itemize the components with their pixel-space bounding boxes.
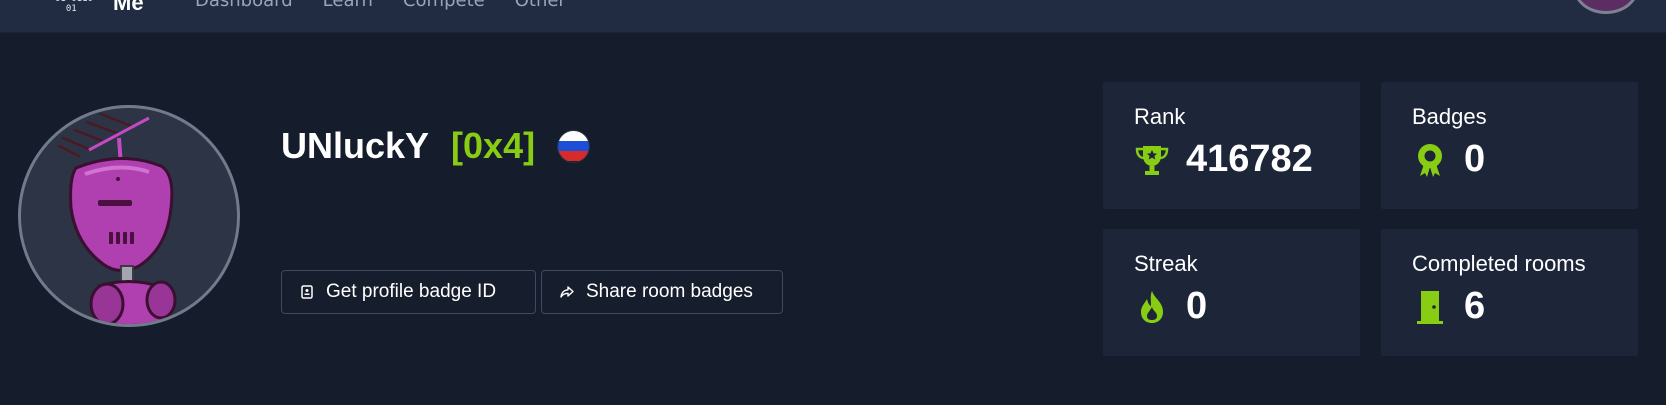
streak-label: Streak bbox=[1134, 251, 1198, 276]
streak-value: 0 bbox=[1186, 285, 1208, 327]
completed-rooms-label: Completed rooms bbox=[1412, 251, 1586, 276]
share-icon bbox=[560, 285, 574, 299]
bottom-divider bbox=[0, 405, 1666, 412]
get-profile-badge-id-label: Get profile badge ID bbox=[326, 281, 497, 302]
top-nav-bar: 01 0110 01 Me Dashboard Learn Compete Ot… bbox=[0, 0, 1666, 33]
username: UNluckY bbox=[281, 125, 430, 166]
streak-card: Streak 0 bbox=[1103, 229, 1360, 356]
award-icon bbox=[1412, 140, 1448, 180]
profile-avatar bbox=[18, 105, 240, 327]
user-level: [0x4] bbox=[451, 125, 536, 166]
nav-user-avatar[interactable] bbox=[1573, 0, 1639, 14]
rank-label: Rank bbox=[1134, 104, 1186, 129]
robot-avatar-image bbox=[57, 112, 177, 324]
nav-item-dashboard[interactable]: Dashboard bbox=[195, 0, 293, 11]
badges-card: Badges 0 bbox=[1381, 82, 1638, 209]
logo-bits: 01 0110 01 bbox=[55, 0, 93, 14]
rank-card: Rank 416782 bbox=[1103, 82, 1360, 209]
russia-flag-icon bbox=[557, 129, 591, 163]
nav-item-other[interactable]: Other bbox=[515, 0, 566, 11]
id-card-icon bbox=[300, 285, 314, 299]
flame-icon bbox=[1134, 287, 1170, 327]
badges-label: Badges bbox=[1412, 104, 1487, 129]
get-profile-badge-id-button[interactable]: Get profile badge ID bbox=[281, 270, 536, 314]
nav-item-learn[interactable]: Learn bbox=[323, 0, 373, 11]
logo[interactable]: Me bbox=[113, 0, 144, 16]
rank-value: 416782 bbox=[1186, 138, 1313, 180]
main-nav: Dashboard Learn Compete Other bbox=[195, 0, 566, 11]
share-room-badges-label: Share room badges bbox=[586, 281, 753, 302]
trophy-icon bbox=[1134, 140, 1170, 180]
door-icon bbox=[1412, 287, 1448, 327]
username-row: UNluckY [0x4] bbox=[281, 125, 591, 167]
completed-rooms-value: 6 bbox=[1464, 285, 1486, 327]
completed-rooms-card: Completed rooms 6 bbox=[1381, 229, 1638, 356]
share-room-badges-button[interactable]: Share room badges bbox=[541, 270, 783, 314]
badges-value: 0 bbox=[1464, 138, 1486, 180]
nav-item-compete[interactable]: Compete bbox=[403, 0, 485, 11]
